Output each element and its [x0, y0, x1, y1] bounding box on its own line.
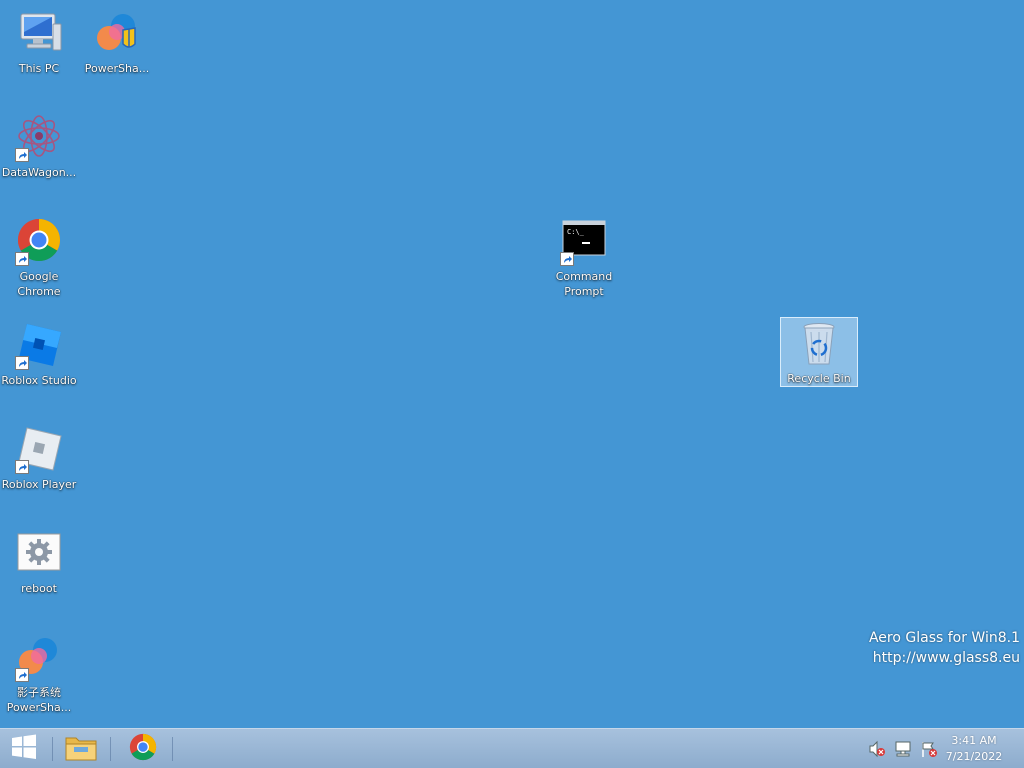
shortcut-arrow-icon — [560, 252, 574, 266]
clock-time: 3:41 AM — [951, 734, 997, 747]
desktop-icon-label: Command Prompt — [555, 270, 613, 298]
aero-glass-watermark: Aero Glass for Win8.1 http://www.glass8.… — [869, 628, 1020, 668]
desktop-icon-reboot[interactable]: reboot — [0, 530, 78, 596]
taskbar-separator — [52, 737, 53, 761]
action-center-flag-icon[interactable] — [920, 740, 938, 758]
taskbar-separator — [172, 737, 173, 761]
shortcut-arrow-icon — [15, 252, 29, 266]
desktop-icon-command-prompt[interactable]: C:\_ Command Prompt — [545, 218, 623, 299]
desktop-icon-label: DataWagon... — [1, 166, 77, 179]
file-explorer-icon — [64, 732, 98, 766]
recycle-bin-icon — [795, 320, 843, 368]
desktop-icon-label: PowerSha... — [84, 62, 150, 75]
volume-muted-icon[interactable] — [868, 740, 886, 758]
taskbar-separator — [110, 737, 111, 761]
taskbar-clock[interactable]: 3:41 AM 7/21/2022 — [938, 733, 1010, 765]
desktop-icon-label: This PC — [18, 62, 60, 75]
desktop-icon-label: Roblox Player — [1, 478, 77, 491]
desktop-icon-label: Google Chrome — [17, 270, 61, 298]
datawagon-icon — [15, 114, 63, 162]
settings-gear-icon — [15, 530, 63, 578]
chrome-icon — [128, 732, 158, 766]
desktop-icon-this-pc[interactable]: This PC — [0, 10, 78, 76]
desktop-icon-recycle-bin[interactable]: Recycle Bin — [780, 317, 858, 387]
desktop-icon-label: 影子系统 PowerSha... — [6, 686, 72, 714]
chrome-icon — [15, 218, 63, 266]
desktop-icon-shadow-powershell[interactable]: 影子系统 PowerSha... — [0, 634, 78, 715]
taskbar-file-explorer-button[interactable] — [58, 729, 104, 768]
network-icon[interactable] — [894, 740, 912, 758]
command-prompt-icon: C:\_ — [560, 218, 608, 266]
windows-logo-icon — [10, 733, 38, 765]
shortcut-arrow-icon — [15, 356, 29, 370]
shortcut-arrow-icon — [15, 668, 29, 682]
desktop-icon-powershell[interactable]: PowerSha... — [78, 10, 156, 76]
desktop-icon-roblox-studio[interactable]: Roblox Studio — [0, 322, 78, 388]
roblox-studio-icon — [15, 322, 63, 370]
svg-text:C:\_: C:\_ — [567, 228, 585, 236]
system-tray — [868, 729, 938, 768]
desktop-icon-roblox-player[interactable]: Roblox Player — [0, 426, 78, 492]
desktop-icon-label: Recycle Bin — [787, 372, 851, 385]
desktop-icon-google-chrome[interactable]: Google Chrome — [0, 218, 78, 299]
roblox-player-icon — [15, 426, 63, 474]
desktop-icon-label: reboot — [21, 582, 57, 595]
desktop: This PC PowerSha... DataWagon... Google … — [0, 0, 1024, 728]
this-pc-icon — [15, 10, 63, 58]
taskbar-chrome-button[interactable] — [120, 729, 166, 768]
clock-date: 7/21/2022 — [945, 750, 1003, 763]
taskbar: 3:41 AM 7/21/2022 — [0, 728, 1024, 768]
shortcut-arrow-icon — [15, 148, 29, 162]
powershell-icon — [15, 634, 63, 682]
watermark-line-2: http://www.glass8.eu — [872, 650, 1020, 666]
desktop-icon-label: Roblox Studio — [1, 374, 77, 387]
desktop-icon-datawagon[interactable]: DataWagon... — [0, 114, 78, 180]
shortcut-arrow-icon — [15, 460, 29, 474]
start-button[interactable] — [0, 729, 48, 768]
powershell-icon — [93, 10, 141, 58]
watermark-line-1: Aero Glass for Win8.1 — [868, 630, 1020, 646]
